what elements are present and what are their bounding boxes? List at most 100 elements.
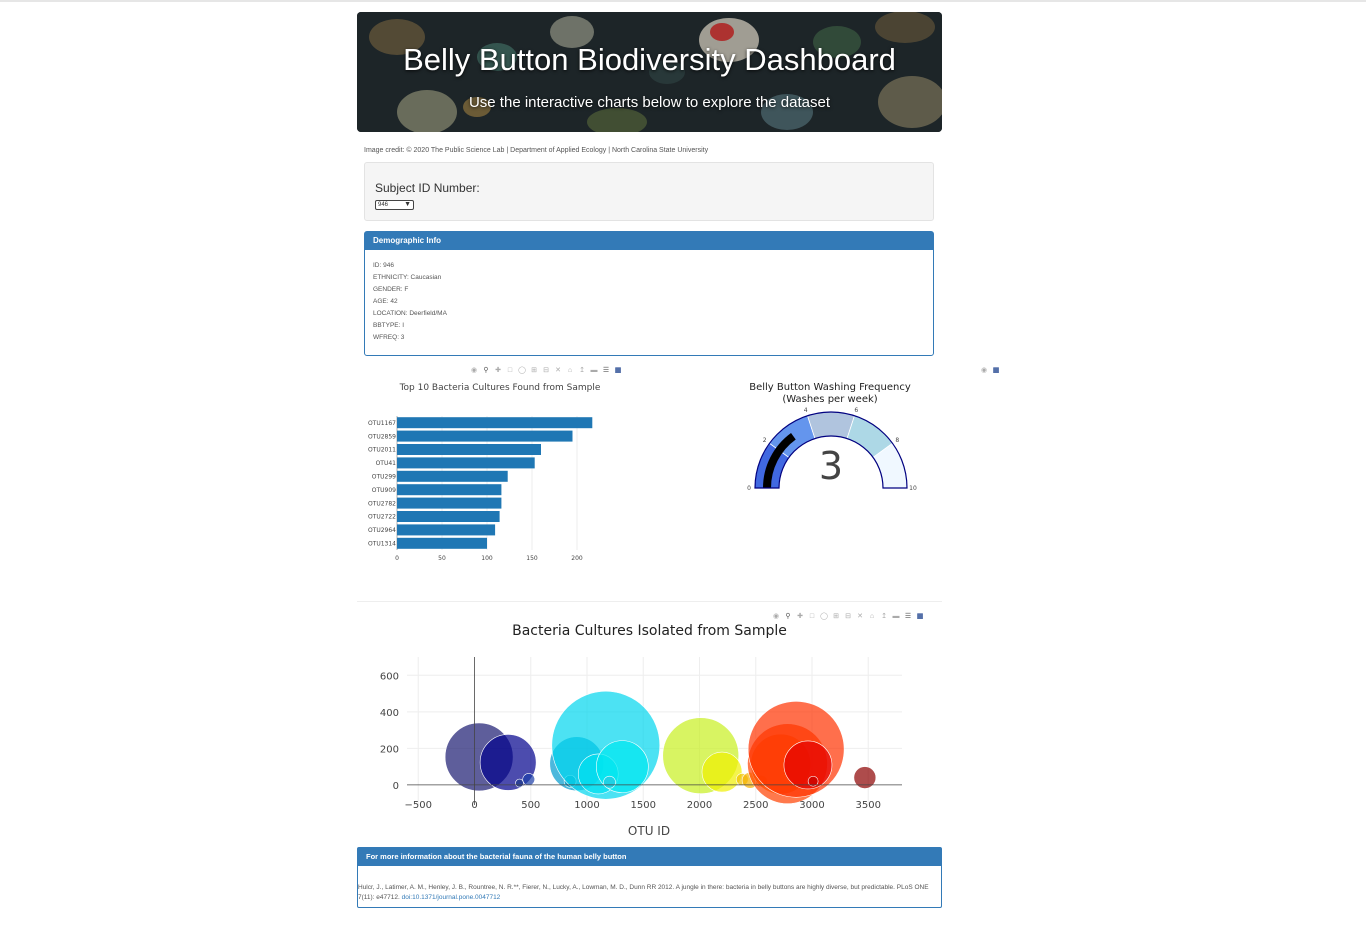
image-credit: Image credit: © 2020 The Public Science … [364, 147, 709, 154]
subject-id-value: 946 [378, 202, 389, 208]
bubble-x-tick-label: 1000 [574, 800, 599, 811]
bar[interactable] [397, 470, 508, 482]
bar-chart: Top 10 Bacteria Cultures Found from Samp… [368, 383, 601, 562]
bar-modebar: ◉ ⚲ ✚ □ ◯ ⊞ ⊟ ✕ ⌂ ↥ ▬ ☰ ▦ [470, 367, 622, 375]
bar-y-tick-label: OTU1314 [368, 541, 396, 548]
bar[interactable] [397, 537, 487, 549]
pan-icon[interactable]: ✚ [494, 367, 502, 375]
gauge-tick-label: 10 [909, 485, 917, 492]
bar[interactable] [397, 457, 535, 469]
gauge-tick-label: 2 [763, 437, 767, 444]
reset-axes-icon[interactable]: ⌂ [868, 613, 876, 621]
bar-x-tick-label: 150 [526, 555, 538, 562]
bar-y-tick-label: OTU2782 [368, 500, 396, 507]
gauge-title-line1: Belly Button Washing Frequency [749, 382, 911, 393]
bubble-x-tick-label: 3500 [856, 800, 881, 811]
top-border [0, 0, 1366, 2]
lasso-icon[interactable]: ◯ [820, 613, 828, 621]
bar[interactable] [397, 444, 541, 455]
zoom-out-icon[interactable]: ⊟ [542, 367, 550, 375]
bubble-x-tick-label: 0 [471, 800, 477, 811]
plotly-logo-icon[interactable]: ▦ [992, 367, 1000, 375]
plotly-logo-icon[interactable]: ▦ [916, 613, 924, 621]
camera-icon[interactable]: ◉ [470, 367, 478, 375]
zoom-icon[interactable]: ⚲ [482, 367, 490, 375]
box-select-icon[interactable]: □ [506, 367, 514, 375]
spike-lines-icon[interactable]: ↥ [578, 367, 586, 375]
bubble-point[interactable] [603, 775, 616, 789]
bar-y-tick-label: OTU1167 [368, 420, 396, 427]
footer-panel: For more information about the bacterial… [357, 847, 942, 908]
bar-y-tick-label: OTU299 [372, 474, 396, 481]
zoom-out-icon[interactable]: ⊟ [844, 613, 852, 621]
autoscale-icon[interactable]: ✕ [856, 613, 864, 621]
bar-x-tick-label: 100 [481, 555, 493, 562]
gauge-title: Belly Button Washing Frequency (Washes p… [730, 382, 930, 406]
bar-y-tick-label: OTU909 [372, 487, 396, 494]
autoscale-icon[interactable]: ✕ [554, 367, 562, 375]
bubble-x-tick-label: 2500 [743, 800, 768, 811]
gauge-value: 3 [819, 444, 843, 488]
zoom-in-icon[interactable]: ⊞ [832, 613, 840, 621]
reset-axes-icon[interactable]: ⌂ [566, 367, 574, 375]
bubble-x-tick-label: 2000 [687, 800, 712, 811]
bar[interactable] [397, 417, 593, 429]
demographic-panel: Demographic Info ID: 946 ETHNICITY: Cauc… [364, 231, 934, 356]
hover-closest-icon[interactable]: ▬ [892, 613, 900, 621]
subject-id-select[interactable]: 946 ▼ [375, 200, 414, 210]
bubble-x-tick-label: 500 [521, 800, 540, 811]
bar-y-tick-label: OTU2722 [368, 514, 396, 521]
subject-selector-well: Subject ID Number: 946 ▼ [364, 162, 934, 221]
demo-wfreq: WFREQ: 3 [373, 334, 405, 341]
bubble-point[interactable] [701, 751, 743, 793]
hover-compare-icon[interactable]: ☰ [904, 613, 912, 621]
divider [357, 601, 942, 602]
bubble-x-tick-label: −500 [405, 800, 432, 811]
demo-bbtype: BBTYPE: I [373, 322, 405, 329]
chevron-down-icon: ▼ [404, 201, 411, 208]
zoom-icon[interactable]: ⚲ [784, 613, 792, 621]
bubble-y-tick-label: 400 [380, 708, 399, 719]
bar-chart-title: Top 10 Bacteria Cultures Found from Samp… [399, 383, 601, 393]
bar[interactable] [397, 511, 500, 522]
bar[interactable] [397, 430, 573, 442]
demo-age: AGE: 42 [373, 298, 398, 305]
hover-closest-icon[interactable]: ▬ [590, 367, 598, 375]
hover-compare-icon[interactable]: ☰ [602, 367, 610, 375]
zoom-in-icon[interactable]: ⊞ [530, 367, 538, 375]
gauge-tick-label: 4 [804, 407, 808, 414]
footer-body: Hulcr, J., Latimer, A. M., Henley, J. B.… [358, 866, 941, 903]
bubble-x-axis-label: OTU ID [628, 824, 670, 838]
bubble-point[interactable] [522, 773, 536, 786]
bubble-modebar: ◉ ⚲ ✚ □ ◯ ⊞ ⊟ ✕ ⌂ ↥ ▬ ☰ ▦ [772, 613, 924, 621]
bubble-chart: 0 200 400 600 −500 0 500 1000 1500 2000 2500 3000 35… [380, 657, 902, 838]
gauge-step [807, 411, 855, 440]
demo-location: LOCATION: Deerfield/MA [373, 310, 447, 317]
gauge-chart: 0 2 4 6 8 10 3 [747, 407, 917, 492]
bar[interactable] [397, 524, 496, 536]
spike-lines-icon[interactable]: ↥ [880, 613, 888, 621]
bubble-point[interactable] [515, 778, 524, 788]
demo-id: ID: 946 [373, 262, 394, 269]
header-banner: Belly Button Biodiversity Dashboard Use … [357, 12, 942, 132]
camera-icon[interactable]: ◉ [980, 367, 988, 375]
camera-icon[interactable]: ◉ [772, 613, 780, 621]
bubble-x-tick-label: 1500 [631, 800, 656, 811]
bubble-y-tick-label: 600 [380, 671, 399, 682]
bar-y-tick-label: OTU2964 [368, 527, 396, 534]
gauge-tick-label: 6 [854, 407, 858, 414]
bar-y-tick-label: OTU2011 [368, 447, 396, 454]
plotly-logo-icon[interactable]: ▦ [614, 367, 622, 375]
lasso-icon[interactable]: ◯ [518, 367, 526, 375]
subject-id-label: Subject ID Number: [375, 181, 480, 195]
footer-heading: For more information about the bacterial… [358, 848, 941, 866]
bar[interactable] [397, 497, 502, 509]
box-select-icon[interactable]: □ [808, 613, 816, 621]
pan-icon[interactable]: ✚ [796, 613, 804, 621]
doi-link[interactable]: doi:10.1371/journal.pone.0047712 [402, 894, 501, 901]
demo-ethnicity: ETHNICITY: Caucasian [373, 274, 442, 281]
gauge-tick-label: 8 [895, 437, 899, 444]
bar-y-tick-label: OTU41 [376, 460, 397, 467]
bar[interactable] [397, 484, 502, 496]
bubble-x-tick-label: 3000 [799, 800, 824, 811]
